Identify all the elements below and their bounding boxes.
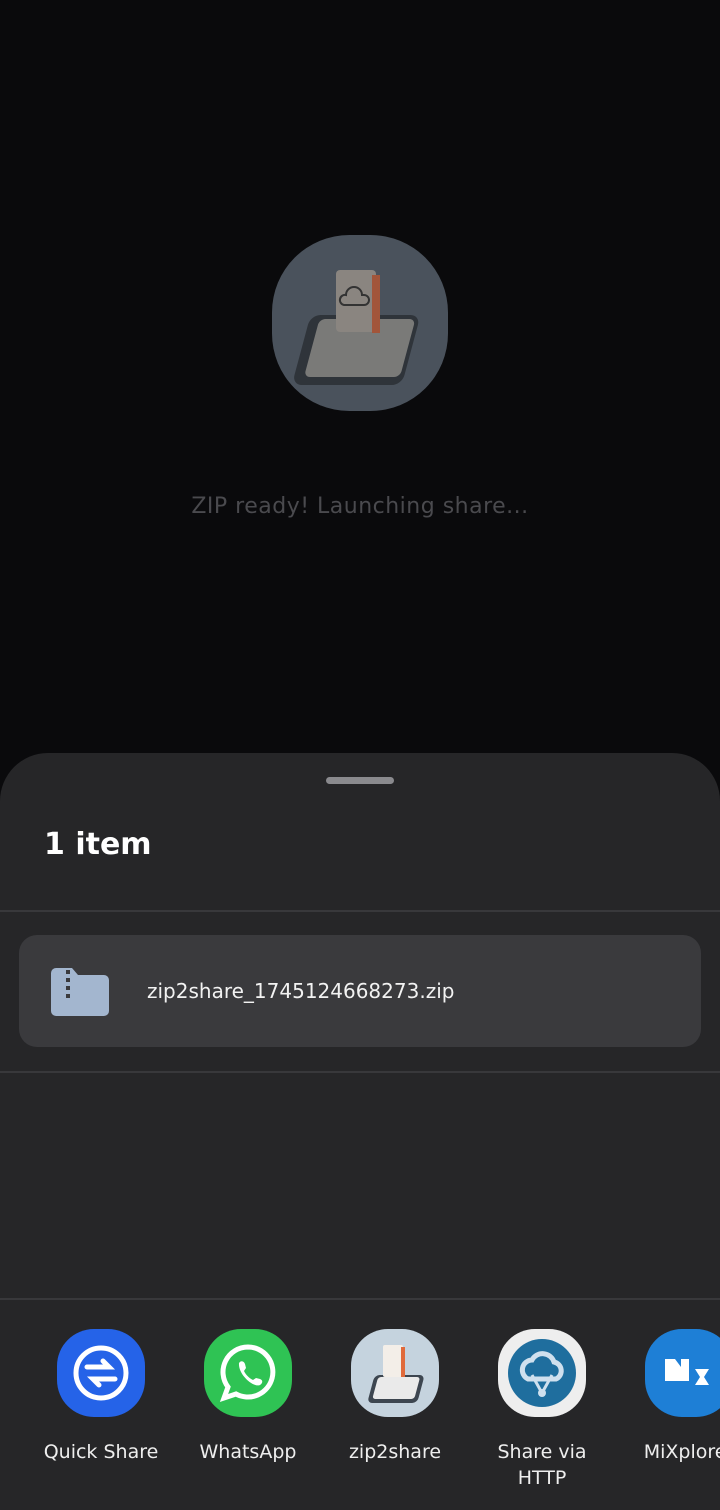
zip-folder-icon bbox=[51, 968, 109, 1020]
app-label: WhatsApp bbox=[199, 1441, 297, 1463]
app-label: Share via HTTP bbox=[497, 1441, 587, 1489]
whatsapp-icon bbox=[204, 1329, 292, 1417]
app-label: MiXplorer bbox=[643, 1441, 720, 1463]
share-target-share-via-http[interactable]: Share via HTTP bbox=[472, 1329, 612, 1491]
share-via-http-icon bbox=[498, 1329, 586, 1417]
status-text: ZIP ready! Launching share... bbox=[191, 494, 529, 519]
sheet-title: 1 item bbox=[44, 827, 152, 862]
zip2share-icon bbox=[351, 1329, 439, 1417]
app-logo bbox=[272, 235, 448, 411]
share-sheet: 1 item zip2share_1745124668273.zip Quick… bbox=[0, 753, 720, 1510]
share-target-mixplorer[interactable]: MiXplorer bbox=[619, 1329, 720, 1465]
app-label: zip2share bbox=[348, 1441, 442, 1463]
share-target-zip2share[interactable]: zip2share bbox=[325, 1329, 465, 1465]
divider bbox=[0, 910, 720, 912]
file-preview-card: zip2share_1745124668273.zip bbox=[19, 935, 701, 1047]
drag-handle[interactable] bbox=[326, 777, 394, 784]
mixplorer-icon bbox=[645, 1329, 720, 1417]
divider bbox=[0, 1071, 720, 1073]
share-target-quick-share[interactable]: Quick Share bbox=[31, 1329, 171, 1465]
quick-share-icon bbox=[57, 1329, 145, 1417]
app-label: Quick Share bbox=[43, 1441, 159, 1463]
divider bbox=[0, 1298, 720, 1300]
file-name: zip2share_1745124668273.zip bbox=[147, 979, 455, 1003]
share-target-whatsapp[interactable]: WhatsApp bbox=[178, 1329, 318, 1465]
